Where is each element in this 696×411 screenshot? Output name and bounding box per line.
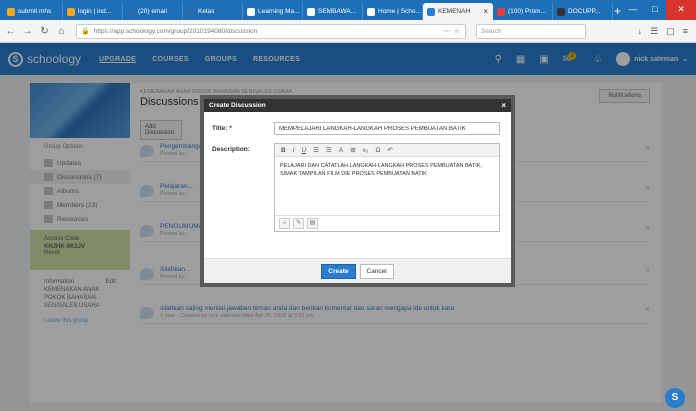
close-window-icon[interactable]: ✕: [666, 0, 696, 20]
favicon-icon: [307, 7, 315, 16]
browser-navbar: ← → ↻ ⌂ 🔒 https://app.schoology.com/grou…: [0, 20, 696, 43]
browser-tab-label: Home | Scho...: [378, 8, 421, 15]
favicon-icon: [427, 7, 435, 16]
underline-button[interactable]: U: [302, 147, 307, 154]
url-bar[interactable]: 🔒 https://app.schoology.com/group/201019…: [76, 23, 466, 39]
favicon-icon: [367, 7, 375, 16]
close-tab-icon[interactable]: ×: [483, 7, 488, 16]
favicon-icon: [67, 7, 75, 16]
title-input[interactable]: [274, 122, 500, 135]
undo-button[interactable]: ↶: [387, 146, 392, 154]
favicon-icon: [7, 7, 15, 16]
ordered-list-button[interactable]: ☰: [313, 146, 319, 154]
dialog-title: Create Discussion: [209, 102, 266, 109]
menu-icon[interactable]: ≡: [683, 26, 688, 37]
browser-tab-label: submit mhs: [18, 8, 52, 15]
browser-tab-label: KEMENAH: [438, 8, 471, 15]
description-textarea[interactable]: PELAJARI DAN CATATLAH LANGKAH-LANGKAH PR…: [275, 157, 499, 215]
favicon-icon: [127, 7, 135, 16]
minimize-icon[interactable]: —: [622, 0, 644, 20]
favicon-icon: [187, 7, 195, 16]
dialog-footer: Create Cancel: [204, 258, 511, 283]
forward-icon[interactable]: →: [21, 26, 34, 37]
favicon-icon: [557, 7, 565, 16]
new-tab-button[interactable]: +: [613, 3, 622, 20]
browser-tab-label: Kelas: [198, 8, 215, 15]
close-icon[interactable]: ×: [501, 101, 506, 110]
url-text: https://app.schoology.com/group/20101940…: [93, 27, 258, 35]
browser-tab[interactable]: KEMENAH ×: [423, 3, 493, 20]
editor-toolbar: B I U ☰ ☰ A ⊞ x₂ Ω ↶: [275, 144, 499, 157]
special-char-button[interactable]: Ω: [375, 147, 380, 154]
insert-link-icon[interactable]: ✎: [293, 218, 304, 229]
browser-tab-label: (20) email: [138, 8, 167, 15]
browser-tab[interactable]: SEMBAWA...: [303, 3, 363, 20]
title-label: Title: *: [212, 125, 232, 132]
browser-tab-strip: submit mhs login | ind... (20) email Kelas L…: [0, 0, 696, 20]
search-input[interactable]: Search: [476, 23, 586, 39]
browser-tab[interactable]: Home | Scho...: [363, 3, 423, 20]
browser-tab[interactable]: submit mhs: [3, 3, 63, 20]
lock-icon: 🔒: [81, 28, 90, 35]
browser-tab-label: DOCUPP...: [568, 8, 601, 15]
create-button[interactable]: Create: [321, 263, 356, 279]
table-button[interactable]: ⊞: [350, 146, 355, 154]
description-label: Description:: [212, 146, 250, 153]
browser-tab[interactable]: DOCUPP...: [553, 3, 613, 20]
bold-button[interactable]: B: [281, 147, 286, 154]
browser-tab[interactable]: Learning Ma...: [243, 3, 303, 20]
window-controls: — □ ✕: [622, 0, 696, 20]
insert-image-icon[interactable]: ☼: [279, 218, 290, 229]
create-discussion-dialog: Create Discussion × Title: * Description…: [200, 95, 515, 287]
browser-tab[interactable]: (100) Prom...: [493, 3, 553, 20]
dialog-header: Create Discussion ×: [204, 99, 511, 112]
browser-tab[interactable]: (20) email: [123, 3, 183, 20]
italic-button[interactable]: I: [293, 147, 295, 154]
home-icon[interactable]: ⌂: [55, 26, 68, 37]
download-icon[interactable]: ↓: [638, 26, 643, 37]
insert-media-icon[interactable]: ▤: [307, 218, 318, 229]
maximize-icon[interactable]: □: [644, 0, 666, 20]
favicon-icon: [247, 7, 255, 16]
reload-icon[interactable]: ↻: [38, 26, 51, 37]
sidebar-toggle-icon[interactable]: ▢: [666, 26, 675, 37]
browser-tab[interactable]: login | ind...: [63, 3, 123, 20]
browser-tab[interactable]: Kelas: [183, 3, 243, 20]
description-editor[interactable]: B I U ☰ ☰ A ⊞ x₂ Ω ↶ PELAJARI DAN CATATL…: [274, 143, 500, 232]
unordered-list-button[interactable]: ☰: [326, 146, 332, 154]
page-actions-icon[interactable]: ⋯ ☆: [444, 27, 461, 35]
cancel-button[interactable]: Cancel: [359, 263, 394, 279]
back-icon[interactable]: ←: [4, 26, 17, 37]
browser-tab-label: SEMBAWA...: [318, 8, 357, 15]
favicon-icon: [497, 7, 505, 16]
browser-tab-label: login | ind...: [78, 8, 112, 15]
browser-tab-label: (100) Prom...: [508, 8, 546, 15]
editor-insert-toolbar: ☼ ✎ ▤: [275, 215, 499, 231]
browser-tab-label: Learning Ma...: [258, 8, 300, 15]
subscript-button[interactable]: x₂: [363, 147, 369, 154]
font-color-button[interactable]: A: [339, 147, 343, 154]
library-icon[interactable]: ☰: [650, 26, 658, 37]
help-button[interactable]: S: [665, 388, 685, 408]
